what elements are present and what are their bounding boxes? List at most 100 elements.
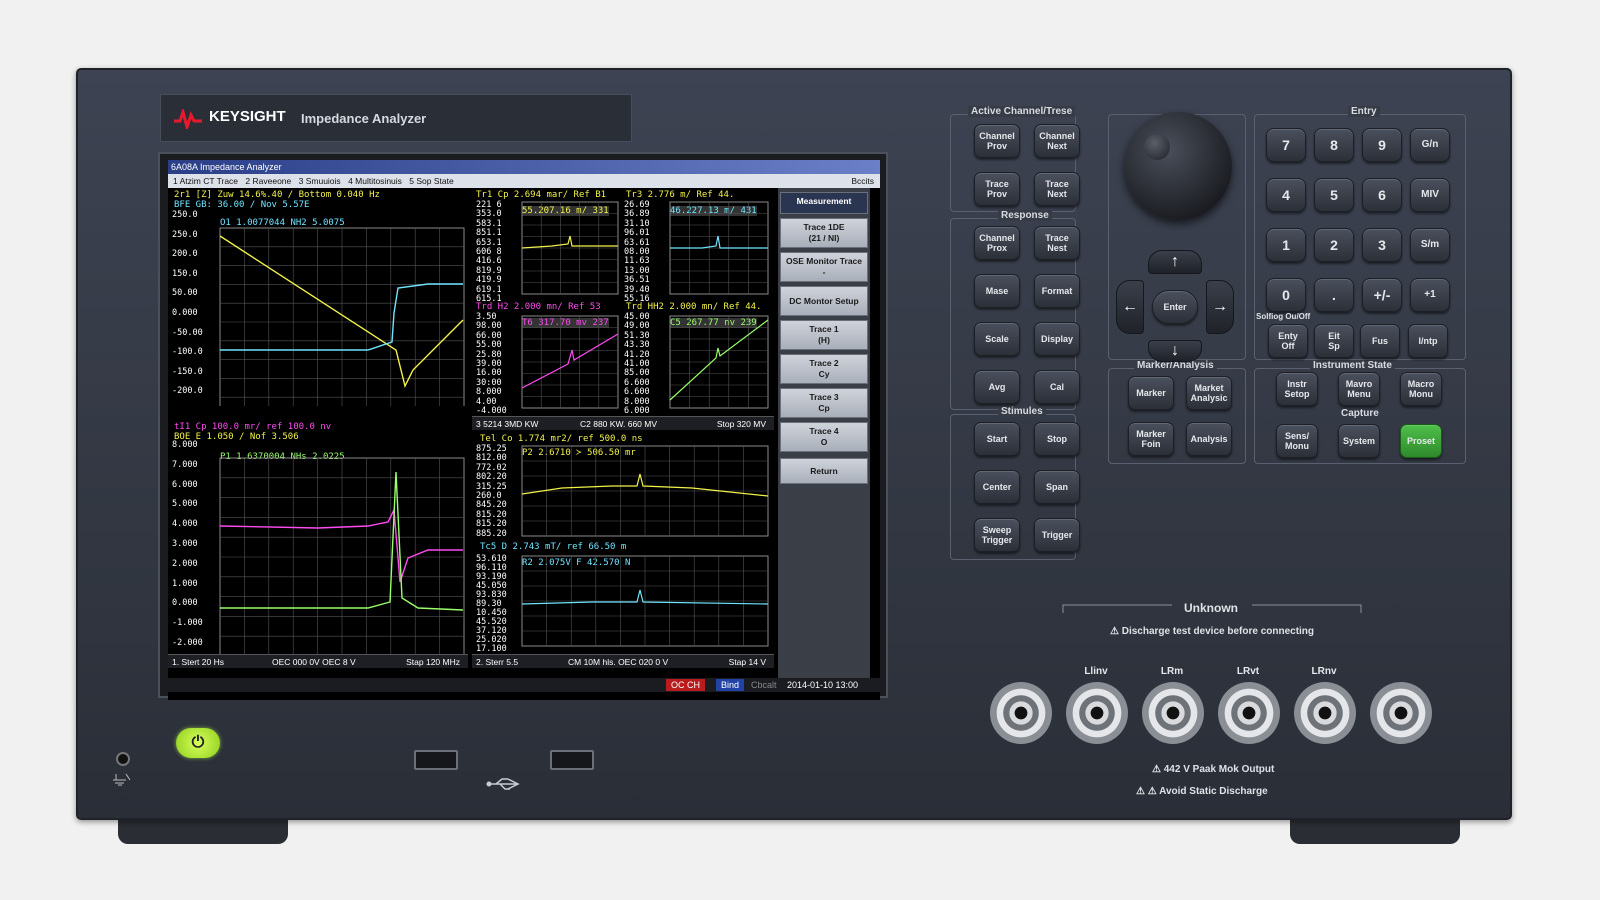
softkey-dc-monitor-trace[interactable]: OSE Monitor Trace - [780,252,868,282]
key-four-button[interactable]: 4 [1266,178,1306,212]
key-five-button[interactable]: 5 [1314,178,1354,212]
pane3-trace-a [521,235,618,249]
system-button[interactable]: System [1338,424,1380,458]
key-three-button[interactable]: 3 [1362,228,1402,262]
instr-setup-button[interactable]: Instr Setop [1276,372,1318,406]
display-button[interactable]: Display [1034,322,1080,356]
sens-menu-button[interactable]: Sens/ Monu [1276,424,1318,458]
softkey-trace-4[interactable]: Trace 4 O [780,422,868,452]
entry-sp-button[interactable]: Eit Sp [1314,324,1354,358]
macro-monu-button[interactable]: Macro Monu [1400,372,1442,406]
key-giga-nano-button[interactable]: G/n [1410,128,1450,162]
meas-button[interactable]: Mase [974,274,1020,308]
port-label-1: Llinv [1084,666,1108,677]
entry-title: Entry [1348,106,1380,117]
softkey-trace-1de[interactable]: Trace 1DE (21 / NI) [780,218,868,248]
key-one-button[interactable]: 1 [1266,228,1306,262]
usb-port-1[interactable] [414,750,458,770]
port-connector-4[interactable] [1294,682,1356,744]
avg-button[interactable]: Avg [974,370,1020,404]
trace-pane-3[interactable]: Tr1 Cp 2.694 mar/ Ref B1 Tr3 2.776 m/ Re… [472,188,774,420]
softkey-measurement[interactable]: Measurement [780,192,868,214]
macro-menu-button[interactable]: Mavro Menu [1338,372,1380,406]
marker-analysis-button[interactable]: Market Analysic [1186,376,1232,410]
center-button[interactable]: Center [974,470,1020,504]
key-six-button[interactable]: 6 [1362,178,1402,212]
trace-pane-2[interactable]: tI1 Cp 100.0 mr/ ref 100.0 nv BOE E 1.05… [168,422,468,668]
trace-pane-1[interactable]: 2r1 [Z] Zuw 14.6%.40 / Bottom 0.040 Hz B… [168,188,468,420]
right-foot [1290,818,1460,844]
pane2-start: 1. Stert 20 Hs [172,657,224,667]
span-button[interactable]: Span [1034,470,1080,504]
response-channel-button[interactable]: Channel Prox [974,226,1020,260]
pane4-plot [521,445,769,647]
menu-item-trace[interactable]: 1 Atzim CT Trace [173,176,238,186]
stop-button[interactable]: Stop [1034,422,1080,456]
pane2-trace-magenta [219,507,463,583]
key-two-button[interactable]: 2 [1314,228,1354,262]
brand-name: KEYSIGHT [209,108,286,125]
menu-item-state[interactable]: 5 Sop State [409,176,453,186]
channel-next-button[interactable]: Channel Next [1034,124,1080,158]
trace-pane-4[interactable]: Tel Co 1.774 mr2/ ref 500.0 ns P2 2.6710… [472,432,774,654]
port-connector-2[interactable] [1142,682,1204,744]
start-button[interactable]: Start [974,422,1020,456]
softkey-trace-3[interactable]: Trace 3 Cp [780,388,868,418]
key-mega-micro-button[interactable]: MIV [1410,178,1450,212]
menu-item-stimulus[interactable]: 3 Smuuiois [299,176,341,186]
softkey-trace-2[interactable]: Trace 2 Cy [780,354,868,384]
usb-port-2[interactable] [550,750,594,770]
port-connector-3[interactable] [1218,682,1280,744]
key-unit-s-m-button[interactable]: S/m [1410,228,1450,262]
sweep-trigger-button[interactable]: Sweep Trigger [974,518,1020,552]
pane2-plot [219,457,465,657]
key-eight-button[interactable]: 8 [1314,128,1354,162]
softkey-trace-1[interactable]: Trace 1 (H) [780,320,868,350]
key-nine-button[interactable]: 9 [1362,128,1402,162]
active-channel-title: Active Channel/Trese [968,106,1076,117]
menu-item-right[interactable]: Bccits [851,174,874,188]
key-decimal-button[interactable]: . [1314,278,1354,312]
stimulus-title: Stimules [998,406,1046,417]
pane4-stop: Stap 14 V [728,657,766,667]
analysis-button[interactable]: Analysis [1186,422,1232,456]
key-x1-button[interactable]: +1 [1410,278,1450,312]
arrow-left-button[interactable]: ← [1116,280,1144,334]
entry-off-button[interactable]: Enty Off [1268,324,1308,358]
scale-button[interactable]: Scale [974,322,1020,356]
trace-prev-button[interactable]: Trace Prov [974,172,1020,206]
key-zero-button[interactable]: 0 [1266,278,1306,312]
arrow-up-button[interactable]: ↑ [1148,250,1202,274]
key-plus-minus-button[interactable]: +/- [1362,278,1402,312]
port-right-connector[interactable] [1370,682,1432,744]
pane3-start: 3 5214 3MD KW [476,419,539,429]
power-button[interactable]: ⏻ [176,728,220,758]
menu-item-multitrace[interactable]: 4 Multitosinuis [348,176,402,186]
fus-button[interactable]: Fus [1360,324,1400,358]
softkey-dc-monitor-setup[interactable]: DC Montor Setup [780,286,868,316]
discharge-warning: ⚠ Discharge test device before connectin… [1110,626,1315,637]
preset-button[interactable]: Proset [1400,424,1442,458]
softkey-return[interactable]: Return [780,458,868,484]
pane2-trace-green [220,471,464,611]
arrow-right-button[interactable]: → [1206,280,1234,334]
response-trace-button[interactable]: Trace Nest [1034,226,1080,260]
marker-button[interactable]: Marker [1128,376,1174,410]
port-left-connector[interactable] [990,682,1052,744]
intp-button[interactable]: I/ntp [1408,324,1448,358]
ground-icon [113,773,131,786]
key-seven-button[interactable]: 7 [1266,128,1306,162]
trigger-button[interactable]: Trigger [1034,518,1080,552]
cal-button[interactable]: Cal [1034,370,1080,404]
arrow-down-button[interactable]: ↓ [1148,340,1202,362]
marker-fctn-button[interactable]: Marker Foin [1128,422,1174,456]
peak-output-warning: ⚠ 442 V Paak Mok Output [1152,764,1275,775]
trace-next-button[interactable]: Trace Next [1034,172,1080,206]
rotary-knob[interactable] [1124,112,1232,220]
ground-jack[interactable] [116,752,130,766]
port-connector-1[interactable] [1066,682,1128,744]
format-button[interactable]: Format [1034,274,1080,308]
channel-prev-button[interactable]: Channel Prov [974,124,1020,158]
enter-button[interactable]: Enter [1152,290,1198,324]
menu-item-response[interactable]: 2 Raveeone [245,176,291,186]
